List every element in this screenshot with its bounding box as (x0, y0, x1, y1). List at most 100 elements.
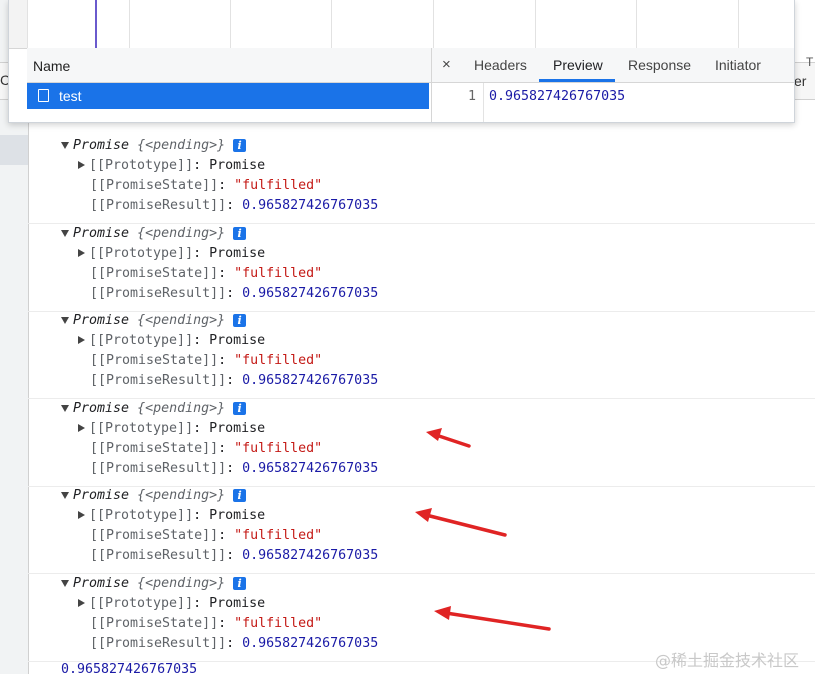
promise-pending-state: {<pending>} (137, 313, 226, 328)
request-name: test (59, 88, 82, 104)
promise-state-key: [[PromiseState]] (90, 528, 219, 543)
promise-state-key: [[PromiseState]] (90, 441, 219, 456)
expand-triangle-icon[interactable] (61, 316, 69, 324)
info-icon[interactable]: i (233, 226, 247, 240)
tab-initiator[interactable]: Initiator (715, 57, 761, 73)
prototype-row[interactable]: [[Prototype]]: Promise (78, 508, 265, 523)
preview-value[interactable]: 0.965827426767035 (489, 89, 625, 104)
promise-summary[interactable]: Promise {<pending>} i (61, 313, 247, 328)
expand-triangle-icon[interactable] (61, 141, 69, 149)
promise-state-key: [[PromiseState]] (90, 266, 219, 281)
console-promise-entry: Promise {<pending>} i [[Prototype]]: Promi… (28, 135, 815, 224)
tab-headers[interactable]: Headers (474, 57, 527, 73)
promise-state-value: "fulfilled" (234, 266, 323, 281)
promise-state-value: "fulfilled" (234, 616, 323, 631)
prototype-row[interactable]: [[Prototype]]: Promise (78, 333, 265, 348)
promise-result-key: [[PromiseResult]] (90, 286, 227, 301)
collapse-triangle-icon[interactable] (78, 599, 85, 607)
collapse-triangle-icon[interactable] (78, 424, 85, 432)
prototype-value: Promise (209, 246, 266, 261)
promise-result-key: [[PromiseResult]] (90, 198, 227, 213)
promise-result-value: 0.965827426767035 (242, 548, 379, 563)
promise-type: Promise (73, 576, 130, 591)
document-icon (38, 89, 49, 102)
promise-summary[interactable]: Promise {<pending>} i (61, 576, 247, 591)
prototype-key: [[Prototype]] (89, 246, 194, 261)
name-column-header[interactable]: Name (27, 48, 431, 83)
collapse-triangle-icon[interactable] (78, 161, 85, 169)
collapse-triangle-icon[interactable] (78, 249, 85, 257)
promise-result-row: [[PromiseResult]]: 0.965827426767035 (90, 461, 379, 476)
collapse-triangle-icon[interactable] (78, 336, 85, 344)
promise-state-key: [[PromiseState]] (90, 178, 219, 193)
promise-state-value: "fulfilled" (234, 353, 323, 368)
promise-result-value: 0.965827426767035 (242, 373, 379, 388)
promise-type: Promise (73, 401, 130, 416)
promise-summary[interactable]: Promise {<pending>} i (61, 488, 247, 503)
promise-state-row: [[PromiseState]]: "fulfilled" (90, 266, 323, 281)
prototype-value: Promise (209, 421, 266, 436)
prototype-key: [[Prototype]] (89, 421, 194, 436)
prototype-value: Promise (209, 333, 266, 348)
request-list: Name test (27, 48, 432, 122)
network-panel: Name test × Headers Preview Response Ini… (8, 0, 795, 123)
console-promise-entry: Promise {<pending>} i [[Prototype]]: Promi… (28, 310, 815, 399)
request-row-test[interactable]: test (27, 83, 429, 109)
prototype-value: Promise (209, 158, 266, 173)
expand-triangle-icon[interactable] (61, 491, 69, 499)
waterfall-gridline (738, 0, 739, 48)
promise-result-value: 0.965827426767035 (242, 636, 379, 651)
prototype-key: [[Prototype]] (89, 596, 194, 611)
promise-result-value: 0.965827426767035 (242, 198, 379, 213)
tab-preview[interactable]: Preview (553, 57, 603, 73)
info-icon[interactable]: i (233, 401, 247, 415)
prototype-row[interactable]: [[Prototype]]: Promise (78, 158, 265, 173)
expand-triangle-icon[interactable] (61, 404, 69, 412)
prototype-row[interactable]: [[Prototype]]: Promise (78, 421, 265, 436)
promise-result-key: [[PromiseResult]] (90, 636, 227, 651)
promise-state-row: [[PromiseState]]: "fulfilled" (90, 528, 323, 543)
collapse-triangle-icon[interactable] (78, 511, 85, 519)
promise-pending-state: {<pending>} (137, 226, 226, 241)
promise-pending-state: {<pending>} (137, 488, 226, 503)
promise-result-row: [[PromiseResult]]: 0.965827426767035 (90, 198, 379, 213)
promise-pending-state: {<pending>} (137, 576, 226, 591)
close-icon[interactable]: × (442, 56, 451, 73)
right-tab-fragment[interactable]: er (794, 73, 806, 89)
promise-result-key: [[PromiseResult]] (90, 373, 227, 388)
info-icon[interactable]: i (233, 488, 247, 502)
promise-state-row: [[PromiseState]]: "fulfilled" (90, 353, 323, 368)
promise-result-row: [[PromiseResult]]: 0.965827426767035 (90, 286, 379, 301)
promise-state-value: "fulfilled" (234, 528, 323, 543)
prototype-value: Promise (209, 508, 266, 523)
console-promise-entry: Promise {<pending>} i [[Prototype]]: Promi… (28, 223, 815, 312)
waterfall-left-strip (9, 0, 28, 48)
promise-summary[interactable]: Promise {<pending>} i (61, 226, 247, 241)
waterfall-dom-content-line (95, 0, 97, 48)
expand-triangle-icon[interactable] (61, 229, 69, 237)
waterfall-gridline (636, 0, 637, 48)
promise-result-value: 0.965827426767035 (242, 286, 379, 301)
promise-state-row: [[PromiseState]]: "fulfilled" (90, 178, 323, 193)
promise-result-value: 0.965827426767035 (242, 461, 379, 476)
promise-pending-state: {<pending>} (137, 401, 226, 416)
promise-summary[interactable]: Promise {<pending>} i (61, 138, 247, 153)
right-tab-fragment-area: er T (794, 55, 815, 100)
selected-sidebar-row[interactable] (0, 135, 28, 165)
promise-summary[interactable]: Promise {<pending>} i (61, 401, 247, 416)
prototype-row[interactable]: [[Prototype]]: Promise (78, 246, 265, 261)
prototype-key: [[Prototype]] (89, 508, 194, 523)
active-tab-indicator (539, 79, 615, 82)
info-icon[interactable]: i (233, 576, 247, 590)
tab-response[interactable]: Response (628, 57, 691, 73)
prototype-row[interactable]: [[Prototype]]: Promise (78, 596, 265, 611)
watermark: @稀土掘金技术社区 (655, 651, 800, 670)
info-icon[interactable]: i (233, 138, 247, 152)
info-icon[interactable]: i (233, 313, 247, 327)
console-promise-entry: Promise {<pending>} i [[Prototype]]: Promi… (28, 398, 815, 487)
prototype-value: Promise (209, 596, 266, 611)
console-output: Promise {<pending>} i [[Prototype]]: Promi… (28, 135, 815, 677)
prototype-key: [[Prototype]] (89, 158, 194, 173)
expand-triangle-icon[interactable] (61, 579, 69, 587)
console-log-value: 0.965827426767035 (61, 662, 198, 677)
